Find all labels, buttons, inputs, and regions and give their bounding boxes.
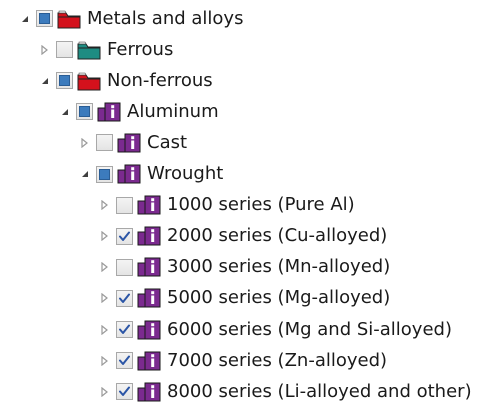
material-info-icon	[137, 319, 161, 341]
tree-node[interactable]: 2000 series (Cu-alloyed)	[98, 221, 387, 252]
material-info-icon	[137, 256, 161, 278]
collapsed-arrow-icon[interactable]	[98, 228, 112, 244]
tree-node[interactable]: Wrought	[78, 159, 223, 190]
tree-node[interactable]: 1000 series (Pure Al)	[98, 190, 355, 221]
tree-node-label: Cast	[147, 131, 188, 153]
tree-node-label: 5000 series (Mg-alloyed)	[167, 287, 391, 309]
expanded-arrow-icon[interactable]	[58, 104, 72, 120]
folder-icon	[57, 8, 81, 30]
tree-checkbox[interactable]	[116, 321, 133, 338]
tree-checkbox[interactable]	[116, 227, 133, 245]
tree-checkbox[interactable]	[36, 10, 53, 27]
tree-node-label: Metals and alloys	[87, 7, 244, 29]
material-info-icon	[137, 287, 161, 309]
material-info-icon	[137, 350, 161, 372]
tree-checkbox[interactable]	[76, 103, 93, 121]
checkmark-icon	[118, 323, 131, 336]
collapsed-arrow-icon[interactable]	[38, 42, 52, 58]
material-tree: Metals and alloys Ferrous Non-ferrous Alumi…	[0, 0, 504, 402]
tree-node-label: Non-ferrous	[107, 69, 213, 91]
tree-node-label: Aluminum	[127, 100, 219, 122]
tree-node-label: 6000 series (Mg and Si-alloyed)	[167, 318, 452, 340]
checkmark-icon	[118, 292, 131, 305]
folder-icon	[77, 39, 101, 61]
tree-node-label: Ferrous	[107, 38, 174, 60]
tree-node-label: 3000 series (Mn-alloyed)	[167, 256, 391, 278]
material-info-icon	[117, 132, 141, 154]
tree-checkbox[interactable]	[96, 134, 113, 152]
expanded-arrow-icon[interactable]	[78, 166, 92, 182]
partial-check-indicator	[59, 75, 70, 87]
tree-node[interactable]: 3000 series (Mn-alloyed)	[98, 252, 390, 283]
tree-node[interactable]: Cast	[78, 127, 187, 158]
tree-checkbox[interactable]	[56, 72, 73, 90]
tree-checkbox[interactable]	[96, 165, 113, 183]
tree-node[interactable]: Non-ferrous	[38, 65, 213, 96]
expanded-arrow-icon[interactable]	[38, 73, 52, 89]
tree-node[interactable]: 8000 series (Li-alloyed and other)	[98, 376, 472, 407]
collapsed-arrow-icon[interactable]	[98, 322, 112, 338]
material-info-icon	[137, 225, 161, 247]
tree-node-label: Wrought	[147, 163, 224, 184]
tree-node[interactable]: 7000 series (Zn-alloyed)	[98, 345, 387, 376]
checkmark-icon	[118, 385, 131, 398]
tree-checkbox[interactable]	[56, 41, 73, 59]
partial-check-indicator	[39, 13, 50, 24]
checkmark-icon	[118, 354, 131, 367]
material-info-icon	[117, 163, 141, 185]
material-info-icon	[137, 194, 161, 216]
collapsed-arrow-icon[interactable]	[98, 259, 112, 275]
tree-node[interactable]: Metals and alloys	[18, 3, 243, 34]
folder-icon	[77, 70, 101, 92]
tree-node[interactable]: Aluminum	[58, 96, 219, 127]
partial-check-indicator	[99, 168, 110, 180]
tree-node[interactable]: 5000 series (Mg-alloyed)	[98, 283, 390, 314]
tree-checkbox[interactable]	[116, 196, 133, 214]
collapsed-arrow-icon[interactable]	[98, 353, 112, 369]
collapsed-arrow-icon[interactable]	[98, 290, 112, 306]
tree-node-label: 2000 series (Cu-alloyed)	[167, 225, 388, 247]
tree-node-label: 7000 series (Zn-alloyed)	[167, 349, 388, 371]
checkmark-icon	[118, 230, 131, 243]
tree-checkbox[interactable]	[116, 383, 133, 401]
collapsed-arrow-icon[interactable]	[98, 197, 112, 213]
tree-checkbox[interactable]	[116, 352, 133, 370]
tree-node-label: 1000 series (Pure Al)	[167, 194, 355, 216]
tree-node[interactable]: Ferrous	[38, 34, 173, 65]
material-info-icon	[137, 381, 161, 403]
tree-checkbox[interactable]	[116, 258, 133, 276]
tree-node-label: 8000 series (Li-alloyed and other)	[167, 380, 472, 402]
expanded-arrow-icon[interactable]	[18, 11, 32, 27]
partial-check-indicator	[79, 106, 90, 118]
collapsed-arrow-icon[interactable]	[98, 384, 112, 400]
tree-node[interactable]: 6000 series (Mg and Si-alloyed)	[98, 314, 452, 345]
material-info-icon	[97, 101, 121, 123]
tree-checkbox[interactable]	[116, 289, 133, 307]
collapsed-arrow-icon[interactable]	[78, 135, 92, 151]
